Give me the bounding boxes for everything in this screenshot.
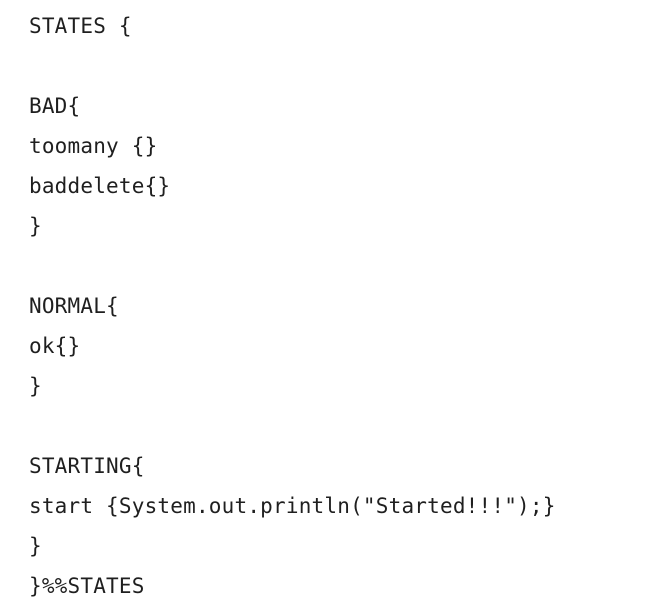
code-line: }%%STATES [29, 574, 145, 598]
code-line: baddelete{} [29, 174, 171, 198]
code-line: NORMAL{ [29, 294, 119, 318]
code-line: STATES { [29, 14, 132, 38]
code-line: } [29, 214, 42, 238]
code-line: BAD{ [29, 94, 81, 118]
code-line: ok{} [29, 334, 81, 358]
code-line: toomany {} [29, 134, 158, 158]
code-line: } [29, 374, 42, 398]
code-line: start {System.out.println("Started!!!");… [29, 494, 556, 518]
code-block: STATES { BAD{ toomany {} baddelete{} } N… [29, 6, 656, 606]
code-line: } [29, 534, 42, 558]
code-line: STARTING{ [29, 454, 145, 478]
